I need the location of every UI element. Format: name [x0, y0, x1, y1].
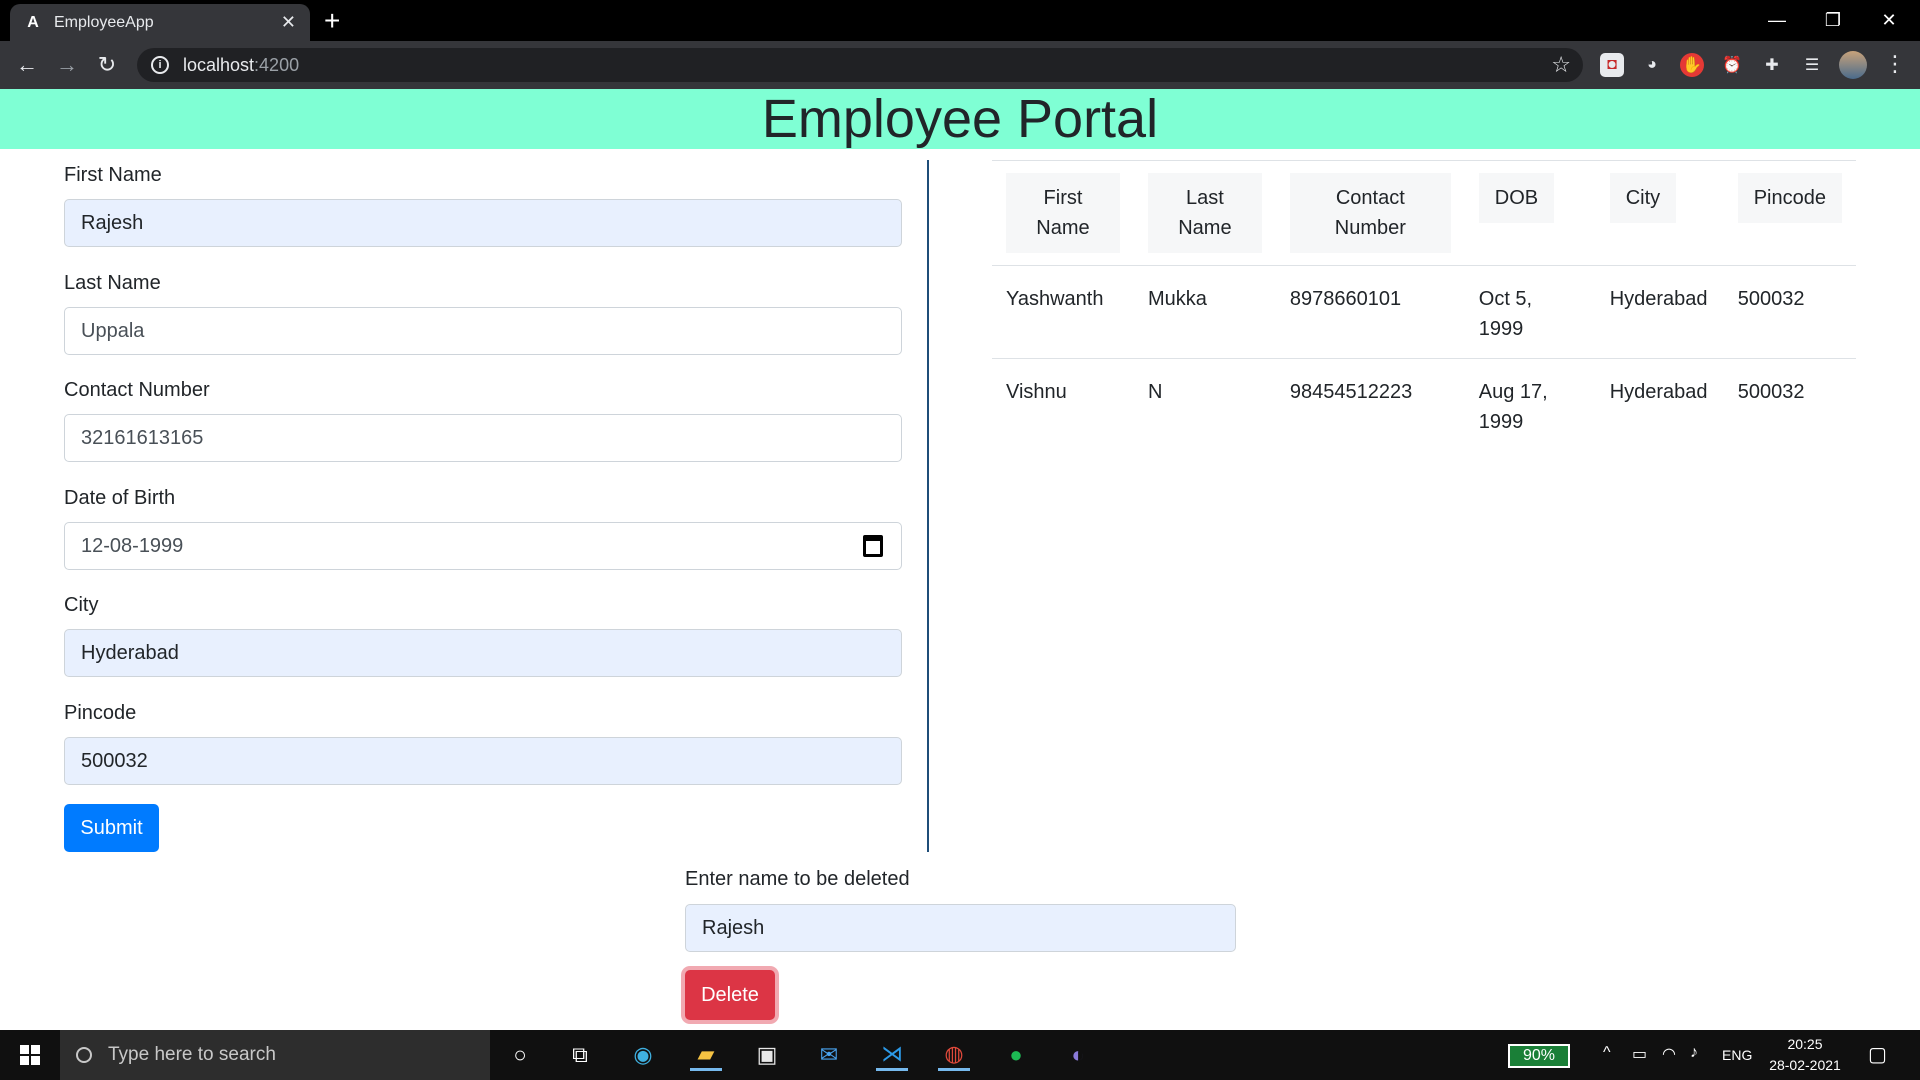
page-header: Employee Portal [0, 89, 1920, 149]
delete-name-label: Enter name to be deleted [685, 868, 910, 890]
profile-avatar[interactable] [1839, 51, 1867, 79]
mail-icon[interactable]: ✉ [813, 1039, 845, 1071]
first-name-label: First Name [64, 164, 162, 186]
city-label: City [64, 594, 99, 616]
delete-button[interactable]: Delete [685, 970, 775, 1020]
start-button[interactable] [0, 1030, 60, 1080]
forward-icon[interactable]: → [52, 50, 82, 80]
header-city: City [1595, 160, 1724, 266]
header-dob: DOB [1464, 160, 1596, 266]
back-icon[interactable]: ← [12, 50, 42, 80]
speed-extension-icon[interactable]: ◕ [1640, 53, 1664, 77]
browser-tab[interactable]: A EmployeeApp ✕ [10, 4, 310, 41]
dob-label: Date of Birth [64, 487, 176, 509]
city-input[interactable]: Hyderabad [64, 629, 902, 677]
spotify-icon[interactable]: ● [1000, 1039, 1032, 1071]
tray-expand-icon[interactable]: ^ [1603, 1044, 1611, 1062]
last-name-label: Last Name [64, 272, 161, 294]
address-bar[interactable]: i localhost:4200 ☆ [137, 48, 1583, 82]
taskbar-search-placeholder: Type here to search [108, 1044, 276, 1065]
search-icon [76, 1047, 92, 1063]
menu-kebab-icon[interactable]: ⋮ [1884, 51, 1906, 77]
cell-pincode: 500032 [1723, 265, 1856, 359]
last-name-input[interactable]: Uppala [64, 307, 902, 355]
table-row: Vishnu N 98454512223 Aug 17, 1999 Hydera… [992, 359, 1856, 452]
pocket-extension-icon[interactable]: ◘ [1600, 53, 1624, 77]
cell-first-name: Yashwanth [992, 265, 1134, 359]
windows-taskbar: Type here to search ○ ⧉ ◉ ▰ ▣ ✉ ⋊ ◍ ● ◐ … [0, 1030, 1920, 1080]
contact-number-label: Contact Number [64, 379, 210, 401]
cell-city: Hyderabad [1595, 265, 1724, 359]
notifications-icon[interactable]: ▢ [1868, 1042, 1887, 1067]
new-tab-button[interactable]: + [324, 6, 340, 36]
bookmark-star-icon[interactable]: ☆ [1551, 52, 1571, 78]
cell-pincode: 500032 [1737, 381, 1805, 403]
eclipse-icon[interactable]: ◐ [1062, 1039, 1094, 1071]
delete-name-input[interactable]: Rajesh [685, 904, 1236, 952]
cell-dob: Aug 17, 1999 [1478, 381, 1548, 433]
table-header-row: First Name Last Name Contact Number DOB … [992, 160, 1856, 266]
browser-tabstrip: A EmployeeApp ✕ + — ❐ ✕ [0, 0, 1920, 41]
browser-toolbar: ← → ↻ i localhost:4200 ☆ ◘ ◕ ✋ ⏰ ✚ ☰ ⋮ [0, 41, 1920, 89]
header-first-name: First Name [992, 160, 1134, 266]
reload-icon[interactable]: ↻ [92, 50, 122, 80]
close-tab-icon[interactable]: ✕ [281, 12, 296, 33]
submit-button[interactable]: Submit [64, 804, 159, 852]
site-info-icon[interactable]: i [151, 56, 169, 74]
contact-number-input[interactable]: 32161613165 [64, 414, 902, 462]
task-view-icon[interactable]: ⧉ [564, 1039, 596, 1071]
first-name-input[interactable]: Rajesh [64, 199, 902, 247]
pincode-label: Pincode [64, 702, 137, 724]
restore-icon[interactable]: ❐ [1805, 0, 1861, 41]
cell-last-name: N [1147, 381, 1163, 403]
minimize-icon[interactable]: — [1749, 0, 1805, 41]
employee-table-container: First Name Last Name Contact Number DOB … [992, 160, 1856, 451]
header-last-name: Last Name [1133, 160, 1276, 266]
wifi-icon[interactable]: ◠ [1662, 1044, 1676, 1064]
cell-contact-number: 98454512223 [1289, 381, 1413, 403]
close-window-icon[interactable]: ✕ [1861, 0, 1917, 41]
column-divider [927, 160, 929, 852]
windows-logo-icon [20, 1045, 40, 1065]
cell-dob: Oct 5, 1999 [1464, 265, 1596, 359]
volume-icon[interactable]: ♪ [1690, 1044, 1698, 1062]
alarm-extension-icon[interactable]: ⏰ [1720, 53, 1744, 77]
cell-city: Hyderabad [1609, 381, 1708, 403]
vscode-icon[interactable]: ⋊ [876, 1039, 908, 1071]
taskbar-search[interactable]: Type here to search [60, 1030, 490, 1080]
file-explorer-icon[interactable]: ▰ [690, 1039, 722, 1071]
header-pincode: Pincode [1723, 160, 1856, 266]
language-indicator[interactable]: ENG [1722, 1047, 1752, 1063]
calendar-icon[interactable] [863, 535, 883, 557]
tab-title: EmployeeApp [54, 13, 154, 31]
adblock-extension-icon[interactable]: ✋ [1680, 53, 1704, 77]
url-port: :4200 [254, 54, 300, 75]
battery-indicator[interactable]: 90% [1508, 1044, 1570, 1068]
battery-icon[interactable]: ▭ [1632, 1044, 1647, 1064]
header-contact-number: Contact Number [1275, 160, 1465, 266]
dob-date-input[interactable]: 12-08-1999 [64, 522, 902, 570]
employee-table: First Name Last Name Contact Number DOB … [992, 160, 1856, 451]
cell-last-name: Mukka [1133, 265, 1276, 359]
table-row: Yashwanth Mukka 8978660101 Oct 5, 1999 H… [992, 265, 1856, 359]
chrome-icon[interactable]: ◍ [938, 1039, 970, 1071]
extensions-puzzle-icon[interactable]: ✚ [1760, 53, 1784, 77]
pincode-input[interactable]: 500032 [64, 737, 902, 785]
dob-value: 12-08-1999 [81, 534, 184, 557]
page-title: Employee Portal [761, 89, 1159, 149]
cortana-icon[interactable]: ○ [504, 1039, 536, 1071]
store-icon[interactable]: ▣ [751, 1039, 783, 1071]
media-control-icon[interactable]: ☰ [1800, 53, 1824, 77]
angular-icon: A [27, 13, 39, 31]
clock-time: 20:25 [1787, 1036, 1823, 1052]
clock-date: 28-02-2021 [1769, 1057, 1841, 1073]
clock[interactable]: 20:25 28-02-2021 [1760, 1034, 1850, 1076]
cell-contact-number: 8978660101 [1275, 265, 1465, 359]
cell-first-name: Vishnu [1006, 381, 1067, 403]
edge-icon[interactable]: ◉ [627, 1039, 659, 1071]
url-host: localhost [183, 54, 255, 75]
